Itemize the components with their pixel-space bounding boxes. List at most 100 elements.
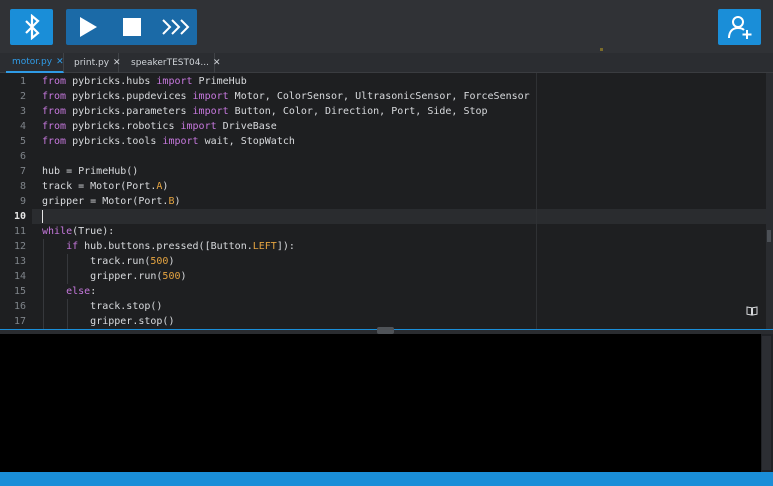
repl-button[interactable] bbox=[154, 9, 197, 45]
keyword: if bbox=[66, 241, 79, 252]
line-number: 13 bbox=[13, 256, 26, 267]
line-number-current: 10 bbox=[13, 211, 26, 222]
line-number: 9 bbox=[19, 196, 26, 207]
run-button[interactable] bbox=[66, 9, 110, 45]
tab-motor-py[interactable]: motor.py ✕ bbox=[6, 53, 64, 73]
code-line: from pybricks.tools import wait, StopWat… bbox=[42, 134, 295, 149]
terminal-output[interactable] bbox=[0, 334, 761, 472]
add-user-button[interactable] bbox=[718, 9, 761, 45]
line-number: 1 bbox=[19, 76, 26, 87]
code-text: gripper.stop() bbox=[90, 316, 175, 327]
close-icon[interactable]: ✕ bbox=[113, 58, 121, 68]
status-bar bbox=[0, 472, 773, 486]
close-icon[interactable]: ✕ bbox=[56, 57, 64, 67]
line-number: 5 bbox=[19, 136, 26, 147]
keyword: from bbox=[42, 76, 67, 87]
run-controls bbox=[66, 9, 197, 45]
keyword: import bbox=[180, 121, 217, 132]
code-text: ) bbox=[174, 196, 181, 207]
book-icon[interactable] bbox=[746, 306, 758, 316]
keyword: import bbox=[192, 91, 229, 102]
keyword: while bbox=[42, 226, 73, 237]
play-icon bbox=[80, 17, 97, 37]
editor-scrollbar[interactable] bbox=[766, 73, 773, 329]
code-line: while(True): bbox=[42, 224, 114, 239]
close-icon[interactable]: ✕ bbox=[213, 58, 221, 68]
tab-bar: motor.py ✕ print.py ✕ speakerTEST04... ✕ bbox=[0, 53, 773, 73]
code-text: PrimeHub bbox=[192, 76, 247, 87]
code-text: pybricks.parameters bbox=[66, 106, 193, 117]
line-number: 17 bbox=[13, 316, 26, 327]
code-text: ]): bbox=[276, 241, 295, 252]
toolbar-marker bbox=[600, 48, 603, 51]
code-line: hub = PrimeHub() bbox=[42, 164, 138, 179]
code-line: from pybricks.hubs import PrimeHub bbox=[42, 74, 247, 89]
number: 500 bbox=[162, 271, 181, 282]
toolbar bbox=[0, 0, 773, 53]
constant: LEFT bbox=[252, 241, 277, 252]
code-text: track = Motor(Port. bbox=[42, 181, 157, 192]
code-text: (True): bbox=[72, 226, 115, 237]
line-number-gutter: 1 2 3 4 5 6 7 8 9 10 11 12 13 14 15 16 1… bbox=[0, 73, 32, 329]
terminal-scrollbar-thumb[interactable] bbox=[762, 336, 771, 470]
resize-handle[interactable] bbox=[377, 327, 394, 334]
code-text: wait, StopWatch bbox=[198, 136, 295, 147]
line-number: 8 bbox=[19, 181, 26, 192]
code-text: pybricks.hubs bbox=[66, 76, 157, 87]
code-text: hub.buttons.pressed([Button. bbox=[78, 241, 253, 252]
code-text: ) bbox=[180, 271, 187, 282]
repl-chevrons-icon bbox=[161, 19, 189, 35]
line-number: 2 bbox=[19, 91, 26, 102]
keyword: from bbox=[42, 136, 67, 147]
stop-button[interactable] bbox=[110, 9, 154, 45]
line-number: 16 bbox=[13, 301, 26, 312]
code-text: gripper = Motor(Port. bbox=[42, 196, 169, 207]
keyword: import bbox=[162, 136, 199, 147]
code-text: gripper.run( bbox=[90, 271, 163, 282]
code-text: ) bbox=[162, 181, 169, 192]
keyword: from bbox=[42, 121, 67, 132]
code-line: if hub.buttons.pressed([Button.LEFT]): bbox=[42, 239, 295, 254]
code-line: track = Motor(Port.A) bbox=[42, 179, 168, 194]
tab-speakertest04[interactable]: speakerTEST04... ✕ bbox=[125, 53, 221, 73]
code-line: gripper.run(500) bbox=[42, 269, 187, 284]
code-line: track.stop() bbox=[42, 299, 162, 314]
code-area[interactable]: from pybricks.hubs import PrimeHub from … bbox=[42, 73, 742, 329]
tab-label: print.py bbox=[74, 58, 110, 68]
scrollbar-marker bbox=[767, 230, 771, 242]
line-number: 11 bbox=[13, 226, 26, 237]
code-line: from pybricks.pupdevices import Motor, C… bbox=[42, 89, 530, 104]
code-text: Motor, ColorSensor, UltrasonicSensor, Fo… bbox=[228, 91, 530, 102]
code-text: pybricks.robotics bbox=[66, 121, 181, 132]
text-caret bbox=[42, 210, 43, 223]
code-text: DriveBase bbox=[216, 121, 277, 132]
code-text: track.stop() bbox=[90, 301, 163, 312]
keyword: else bbox=[66, 286, 91, 297]
code-text: pybricks.pupdevices bbox=[66, 91, 193, 102]
line-number: 15 bbox=[13, 286, 26, 297]
keyword: import bbox=[192, 106, 229, 117]
add-user-icon bbox=[727, 16, 751, 39]
code-line: from pybricks.parameters import Button, … bbox=[42, 104, 488, 119]
tab-print-py[interactable]: print.py ✕ bbox=[68, 53, 121, 73]
line-number: 3 bbox=[19, 106, 26, 117]
line-number: 14 bbox=[13, 271, 26, 282]
bluetooth-icon bbox=[24, 14, 40, 40]
keyword: from bbox=[42, 106, 67, 117]
keyword: from bbox=[42, 91, 67, 102]
bluetooth-button[interactable] bbox=[10, 9, 53, 45]
tab-label: motor.py bbox=[12, 57, 53, 67]
code-editor[interactable]: 1 2 3 4 5 6 7 8 9 10 11 12 13 14 15 16 1… bbox=[0, 73, 766, 329]
tab-label: speakerTEST04... bbox=[131, 58, 210, 68]
line-number: 12 bbox=[13, 241, 26, 252]
code-text: ) bbox=[168, 256, 175, 267]
code-text: track.run( bbox=[90, 256, 151, 267]
code-line: from pybricks.robotics import DriveBase bbox=[42, 119, 277, 134]
line-number: 4 bbox=[19, 121, 26, 132]
code-line: else: bbox=[42, 284, 96, 299]
